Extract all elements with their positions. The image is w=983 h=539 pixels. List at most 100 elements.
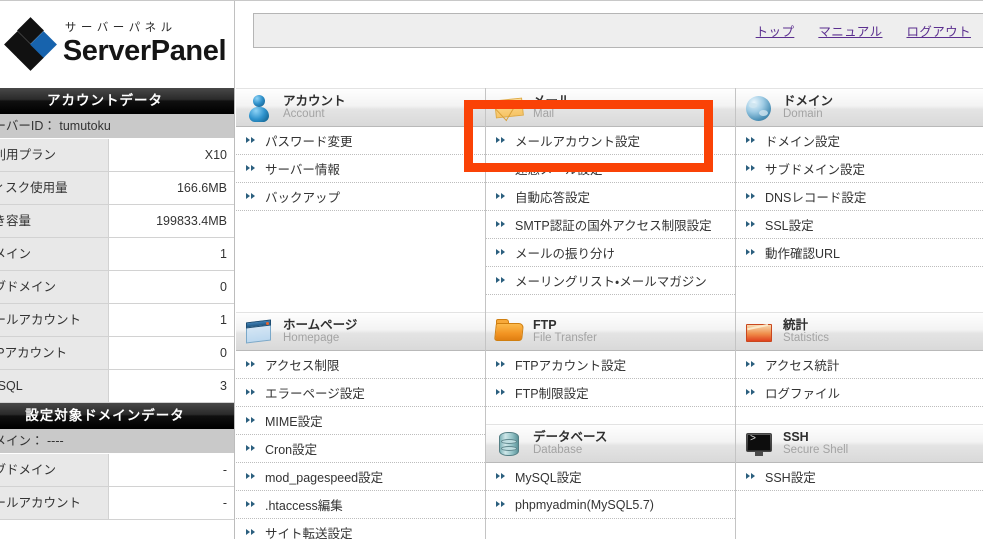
menu-item-error-page-settings[interactable]: エラーページ設定 bbox=[236, 379, 485, 407]
column-account: アカウント Account パスワード変更 サーバー情報 バックアップ bbox=[236, 88, 486, 312]
menu-item-phpmyadmin[interactable]: phpmyadmin(MySQL5.7) bbox=[486, 491, 735, 519]
top-link-manual[interactable]: マニュアル bbox=[818, 21, 882, 40]
section-title-ja: FTP bbox=[533, 317, 557, 332]
column-spacer bbox=[486, 295, 735, 312]
top-link-logout[interactable]: ログアウト bbox=[906, 21, 971, 40]
bullet-arrow-icon bbox=[246, 190, 259, 203]
server-id-label: サーバーID： bbox=[0, 119, 56, 133]
target-domain-row: ドメイン： ---- bbox=[0, 429, 234, 454]
menu-item-cron-settings[interactable]: Cron設定 bbox=[236, 435, 485, 463]
menu-item-subdomain-settings[interactable]: サブドメイン設定 bbox=[736, 155, 983, 183]
menu-item-mod-pagespeed-settings[interactable]: mod_pagespeed設定 bbox=[236, 463, 485, 491]
row-value: 3 bbox=[109, 370, 234, 402]
menu-item-label: ドメイン設定 bbox=[765, 135, 841, 149]
menu-item-mail-account-settings[interactable]: メールアカウント設定 bbox=[486, 127, 735, 155]
column-spacer bbox=[486, 407, 735, 424]
column-spacer bbox=[736, 267, 983, 312]
menu-item-autoreply-settings[interactable]: 自動応答設定 bbox=[486, 183, 735, 211]
bullet-arrow-icon bbox=[246, 358, 259, 371]
menu-item-label: 自動応答設定 bbox=[515, 191, 591, 205]
target-domain-panel-title: 設定対象ドメインデータ bbox=[0, 403, 234, 429]
bullet-arrow-icon bbox=[746, 218, 759, 231]
menu-item-label: サイト転送設定 bbox=[265, 527, 353, 539]
bullet-arrow-icon bbox=[246, 470, 259, 483]
menu-item-ssl-settings[interactable]: SSL設定 bbox=[736, 211, 983, 239]
section-title-en: Domain bbox=[783, 108, 823, 120]
menu-item-log-files[interactable]: ログファイル bbox=[736, 379, 983, 407]
section-header-mail: メール Mail bbox=[486, 88, 735, 127]
section-title-ja: ホームページ bbox=[283, 317, 358, 332]
brand-logo[interactable]: サーバーパネル ServerPanel bbox=[0, 1, 235, 88]
section-title-ja: ドメイン bbox=[783, 93, 834, 108]
menu-item-ftp-restriction-settings[interactable]: FTP制限設定 bbox=[486, 379, 735, 407]
server-id-row: サーバーID： tumutoku bbox=[0, 114, 234, 139]
bullet-arrow-icon bbox=[246, 386, 259, 399]
menu-item-spam-settings[interactable]: 迷惑メール設定 bbox=[486, 155, 735, 183]
row-key: メールアカウント bbox=[0, 304, 109, 336]
row-value: 0 bbox=[109, 337, 234, 369]
menu-item-domain-settings[interactable]: ドメイン設定 bbox=[736, 127, 983, 155]
menu-item-label: メールアカウント設定 bbox=[515, 135, 641, 149]
menu-item-label: phpmyadmin(MySQL5.7) bbox=[515, 497, 654, 512]
menu-item-mime-settings[interactable]: MIME設定 bbox=[236, 407, 485, 435]
menu-item-label: mod_pagespeed設定 bbox=[265, 471, 384, 485]
menu-item-mysql-settings[interactable]: MySQL設定 bbox=[486, 463, 735, 491]
menu-item-label: SSH設定 bbox=[765, 471, 816, 485]
server-panel-screen: サーバーパネル ServerPanel トップ マニュアル ログアウト アカウン… bbox=[0, 0, 983, 539]
sidebar: アカウントデータ サーバーID： tumutoku ご利用プラン X10 ディス… bbox=[0, 88, 235, 539]
menu-item-site-transfer-settings[interactable]: サイト転送設定 bbox=[236, 519, 485, 539]
row-value: 166.6MB bbox=[109, 172, 234, 204]
menu-item-label: MIME設定 bbox=[265, 415, 323, 429]
bullet-arrow-icon bbox=[746, 246, 759, 259]
menu-item-label: DNSレコード設定 bbox=[765, 191, 867, 205]
menu-item-password-change[interactable]: パスワード変更 bbox=[236, 127, 485, 155]
menu-item-label: 迷惑メール設定 bbox=[515, 163, 603, 177]
menu-item-mailing-list-magazine[interactable]: メーリングリスト・メールマガジン bbox=[486, 267, 735, 295]
section-title-en: Database bbox=[533, 444, 583, 456]
menu-item-dns-record-settings[interactable]: DNSレコード設定 bbox=[736, 183, 983, 211]
bullet-arrow-icon bbox=[746, 134, 759, 147]
menu-item-label: ログファイル bbox=[765, 387, 841, 401]
column-domain: ドメイン Domain ドメイン設定 サブドメイン設定 DNSレコード設定 SS… bbox=[736, 88, 983, 312]
section-title-ja: メール bbox=[533, 93, 571, 108]
table-row: ディスク使用量 166.6MB bbox=[0, 172, 234, 205]
menu-item-ssh-settings[interactable]: SSH設定 bbox=[736, 463, 983, 491]
page-header: サーバーパネル ServerPanel トップ マニュアル ログアウト bbox=[0, 0, 983, 88]
column-statistics-ssh: 統計 Statistics アクセス統計 ログファイル > SSH Secure… bbox=[736, 312, 983, 539]
column-homepage: ホームページ Homepage アクセス制限 エラーページ設定 MIME設定 C… bbox=[236, 312, 486, 539]
bullet-arrow-icon bbox=[496, 386, 509, 399]
table-row: メールアカウント 1 bbox=[0, 304, 234, 337]
section-header-statistics: 統計 Statistics bbox=[736, 312, 983, 351]
brand-name: ServerPanel bbox=[62, 35, 227, 68]
menu-item-server-info[interactable]: サーバー情報 bbox=[236, 155, 485, 183]
row-key: サブドメイン bbox=[0, 271, 109, 303]
menu-item-backup[interactable]: バックアップ bbox=[236, 183, 485, 211]
terminal-icon bbox=[744, 429, 774, 459]
menu-item-ftp-account-settings[interactable]: FTPアカウント設定 bbox=[486, 351, 735, 379]
menu-item-smtp-foreign-access-restriction[interactable]: SMTP認証の国外アクセス制限設定 bbox=[486, 211, 735, 239]
account-icon bbox=[244, 93, 274, 123]
bullet-arrow-icon bbox=[496, 358, 509, 371]
bullet-arrow-icon bbox=[746, 162, 759, 175]
globe-icon bbox=[744, 93, 774, 123]
section-header-homepage: ホームページ Homepage bbox=[236, 312, 485, 351]
menu-item-access-restriction[interactable]: アクセス制限 bbox=[236, 351, 485, 379]
menu-item-label: .htaccess編集 bbox=[265, 499, 343, 513]
menu-item-mail-filtering[interactable]: メールの振り分け bbox=[486, 239, 735, 267]
server-id-value: tumutoku bbox=[59, 119, 111, 133]
table-row: ドメイン 1 bbox=[0, 238, 234, 271]
table-row: サブドメイン 0 bbox=[0, 271, 234, 304]
row-value: 1 bbox=[109, 304, 234, 336]
bullet-arrow-icon bbox=[246, 414, 259, 427]
row-value: X10 bbox=[109, 139, 234, 171]
menu-item-label: SMTP認証の国外アクセス制限設定 bbox=[515, 219, 712, 233]
row-value: - bbox=[109, 454, 234, 486]
top-link-home[interactable]: トップ bbox=[756, 21, 795, 40]
menu-item-verification-url[interactable]: 動作確認URL bbox=[736, 239, 983, 267]
menu-item-htaccess-edit[interactable]: .htaccess編集 bbox=[236, 491, 485, 519]
menu-item-label: 動作確認URL bbox=[765, 247, 841, 261]
menu-item-access-statistics[interactable]: アクセス統計 bbox=[736, 351, 983, 379]
bullet-arrow-icon bbox=[496, 498, 509, 511]
column-spacer bbox=[736, 491, 983, 536]
bullet-arrow-icon bbox=[746, 470, 759, 483]
